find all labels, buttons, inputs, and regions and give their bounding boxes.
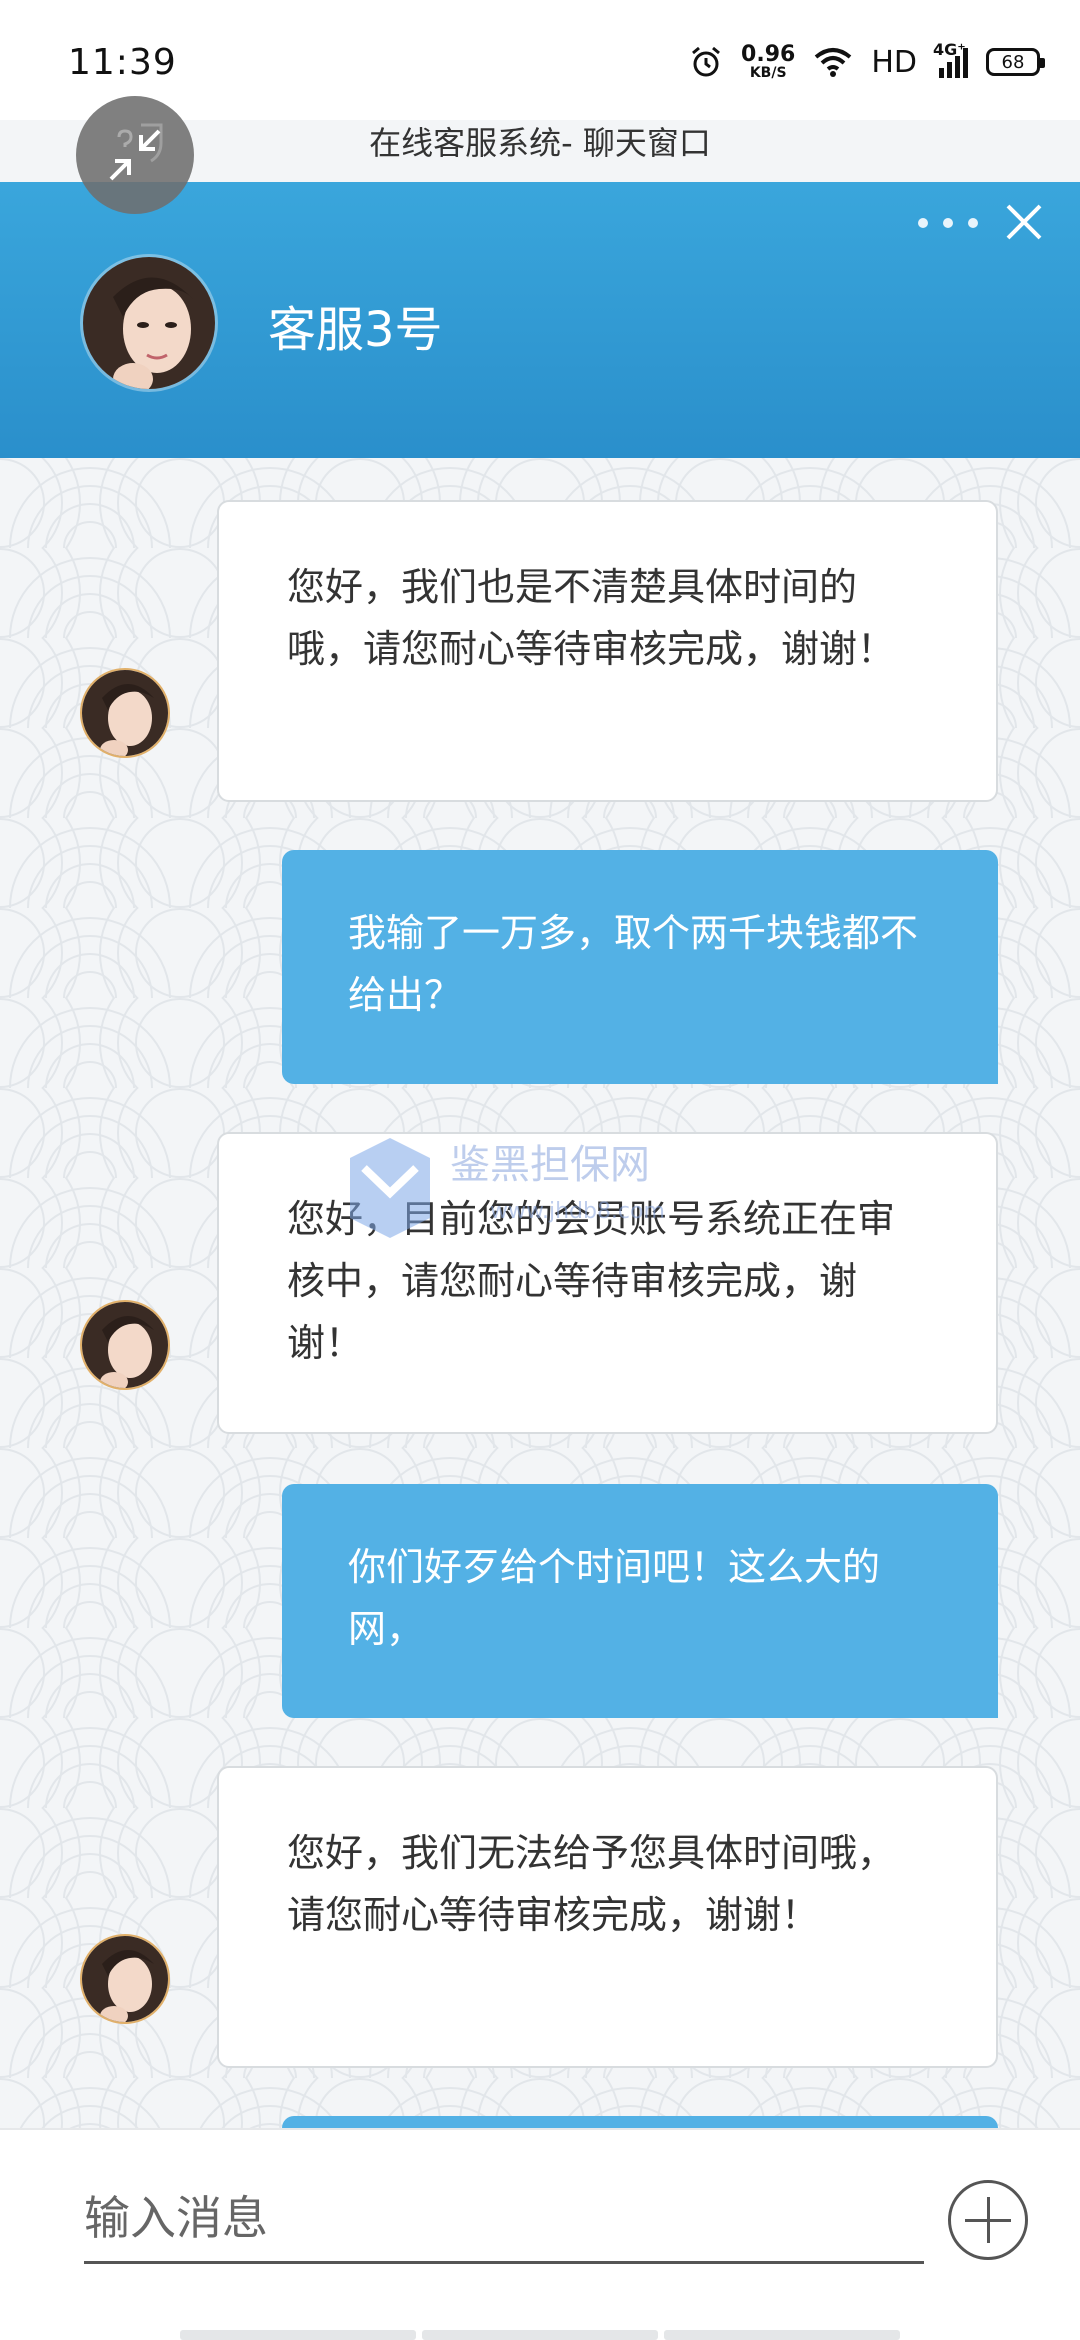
user-message-bubble-partial bbox=[282, 2116, 998, 2128]
watermark-brand: 鉴黑担保网 bbox=[450, 1142, 650, 1188]
network-type: 4G⁺ bbox=[933, 40, 966, 59]
message-input[interactable] bbox=[84, 2174, 924, 2264]
chat-area[interactable]: 您好，我们也是不清楚具体时间的哦，请您耐心等待审核完成，谢谢！ 我输了一万多，取… bbox=[0, 458, 1080, 2128]
user-message-bubble: 我输了一万多，取个两千块钱都不给出？ bbox=[282, 850, 998, 1084]
alarm-icon bbox=[692, 46, 721, 77]
agent-message-bubble: 您好，我们也是不清楚具体时间的哦，请您耐心等待审核完成，谢谢！ bbox=[217, 500, 998, 802]
user-message-bubble: 你们好歹给个时间吧！这么大的网， bbox=[282, 1484, 998, 1718]
agent-message-avatar bbox=[80, 1300, 170, 1390]
plus-icon[interactable] bbox=[948, 2180, 1028, 2260]
message-input-bar bbox=[0, 2128, 1080, 2340]
message-text: 你们好歹给个时间吧！这么大的网， bbox=[348, 1545, 881, 1651]
agent-message-avatar bbox=[80, 1934, 170, 2024]
message-text: 您好，我们也是不清楚具体时间的哦，请您耐心等待审核完成，谢谢！ bbox=[287, 565, 896, 671]
battery-level: 68 bbox=[1001, 51, 1025, 73]
message-text: 您好，我们无法给予您具体时间哦，请您耐心等待审核完成，谢谢！ bbox=[287, 1831, 896, 1937]
agent-name: 客服3号 bbox=[268, 302, 443, 358]
signal-icon: 4G⁺ bbox=[933, 40, 968, 78]
battery-icon: 68 bbox=[986, 48, 1045, 76]
close-icon[interactable] bbox=[998, 196, 1050, 248]
minimize-icon bbox=[109, 123, 163, 181]
more-icon[interactable] bbox=[918, 208, 978, 238]
agent-avatar bbox=[80, 254, 218, 392]
watermark-logo: 鉴黑担保网 www.jhdb8.com bbox=[340, 1098, 720, 1258]
minimize-float-button[interactable] bbox=[76, 96, 194, 214]
message-text: 我输了一万多，取个两千块钱都不给出？ bbox=[348, 911, 919, 1017]
watermark-site: www.jhdb8.com bbox=[490, 1199, 665, 1224]
agent-message-bubble: 您好，我们无法给予您具体时间哦，请您耐心等待审核完成，谢谢！ bbox=[217, 1766, 998, 2068]
net-speed-unit: KB/S bbox=[749, 65, 787, 81]
chat-header: 客服3号 bbox=[0, 182, 1080, 458]
status-time: 11:39 bbox=[68, 42, 177, 83]
agent-message-avatar bbox=[80, 668, 170, 758]
status-icons: 0.96 KB/S HD 4G⁺ 68 bbox=[689, 40, 1045, 81]
net-speed: 0.96 KB/S bbox=[741, 42, 796, 81]
wifi-icon bbox=[815, 48, 852, 77]
net-speed-value: 0.96 bbox=[741, 42, 796, 67]
hd-label: HD bbox=[871, 44, 917, 80]
home-indicator bbox=[180, 2330, 900, 2340]
